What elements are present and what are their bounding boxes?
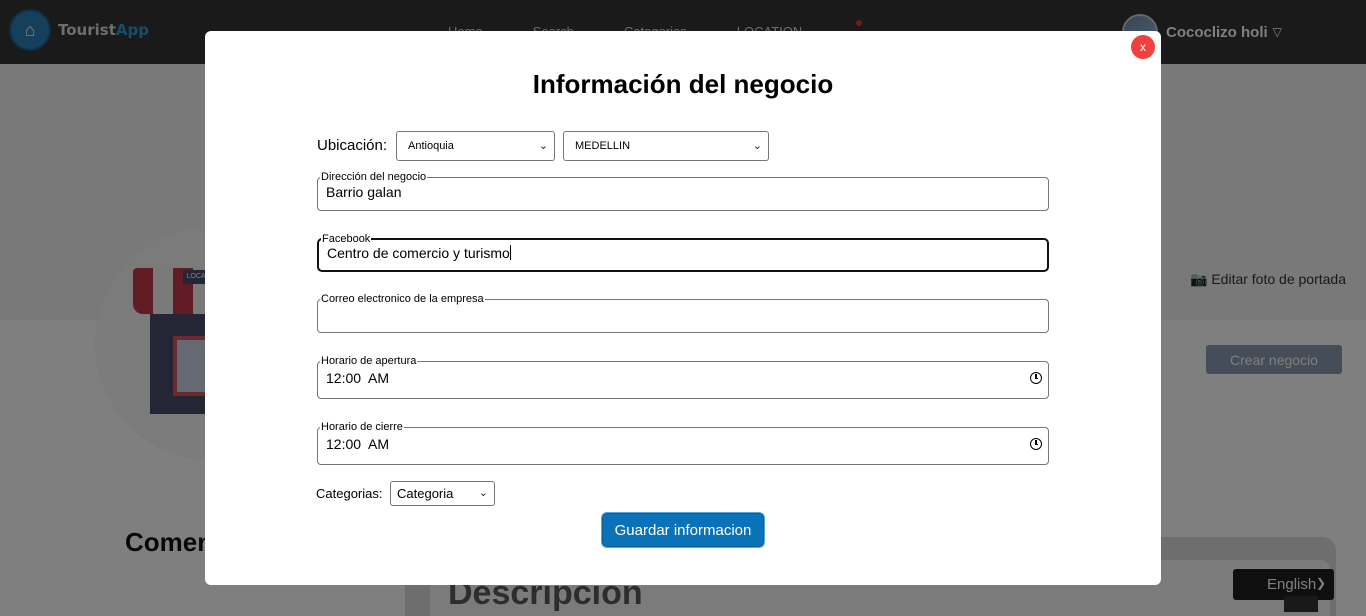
address-field[interactable]: Dirección del negocio Barrio galan — [317, 171, 1049, 211]
address-input[interactable]: Barrio galan — [326, 184, 1040, 200]
category-select[interactable]: Categoria ⌄ — [390, 481, 495, 506]
chevron-down-icon: ⌄ — [478, 487, 488, 499]
email-field[interactable]: Correo electronico de la empresa — [317, 293, 1049, 333]
modal-title: Información del negocio — [532, 69, 834, 99]
save-info-button[interactable]: Guardar informacion — [602, 513, 764, 547]
closing-time-field[interactable]: Horario de cierre 12:00 AM — [317, 421, 1049, 465]
chevron-down-icon: ⌄ — [752, 140, 762, 152]
address-label: Dirección del negocio — [321, 171, 427, 183]
clock-icon[interactable] — [1030, 372, 1042, 384]
opening-time-field[interactable]: Horario de apertura 12:00 AM — [317, 355, 1049, 399]
opening-time-label: Horario de apertura — [321, 355, 417, 367]
email-label: Correo electronico de la empresa — [321, 293, 484, 305]
facebook-label: Facebook — [322, 233, 371, 245]
chevron-down-icon: ⌄ — [538, 140, 548, 152]
department-select[interactable]: Antioquia ⌄ — [396, 131, 555, 161]
opening-time-input[interactable]: 12:00 AM — [326, 370, 1042, 386]
facebook-input[interactable]: Centro de comercio y turismo — [327, 245, 1039, 261]
closing-time-label: Horario de cierre — [321, 421, 403, 433]
location-label: Ubicación: — [317, 137, 388, 154]
clock-icon[interactable] — [1030, 438, 1042, 450]
categories-label: Categorias: — [316, 486, 383, 501]
business-info-modal: x Información del negocio Ubicación: Ant… — [205, 31, 1161, 585]
closing-time-input[interactable]: 12:00 AM — [326, 436, 1042, 452]
city-select[interactable]: MEDELLIN ⌄ — [563, 131, 769, 161]
close-button[interactable]: x — [1131, 35, 1155, 59]
facebook-field[interactable]: Facebook Centro de comercio y turismo — [317, 233, 1049, 272]
text-cursor — [509, 245, 511, 260]
